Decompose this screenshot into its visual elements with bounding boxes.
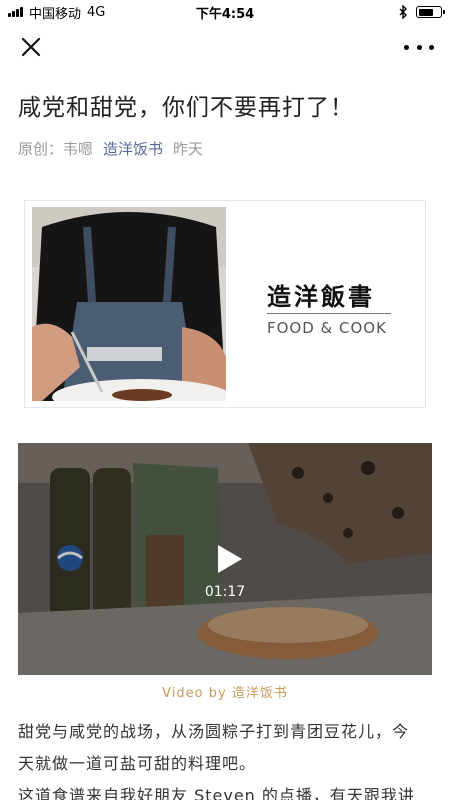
status-left: 中国移动 4G	[8, 3, 105, 22]
network-label: 4G	[87, 4, 106, 20]
status-bar: 中国移动 4G 下午4:54	[0, 0, 450, 24]
caption-prefix: Video by	[162, 686, 227, 701]
article-title: 咸党和甜党，你们不要再打了！	[18, 95, 354, 121]
account-link[interactable]: 造洋饭书	[103, 138, 163, 159]
bluetooth-icon	[399, 5, 407, 19]
brand-divider	[267, 313, 391, 314]
author-info: 原创：韦嗯	[18, 138, 93, 159]
body-line: 甜党与咸党的战场，从汤圆粽子打到青团豆花儿，今	[18, 722, 410, 741]
more-icon-dot	[429, 44, 434, 50]
publish-date: 昨天	[173, 140, 204, 158]
video-caption: Video by 造洋饭书	[0, 682, 450, 701]
more-icon-dot	[416, 44, 422, 50]
more-button[interactable]	[404, 36, 434, 58]
brand-name-cn: 造洋飯書	[267, 283, 375, 311]
close-icon	[21, 37, 41, 57]
body-line: 天就做一道可盐可甜的料理吧。	[18, 754, 257, 773]
author-name: 韦嗯	[63, 140, 94, 158]
brand-name-en: FOOD & COOK	[267, 319, 387, 337]
cover-card: 造洋飯書 FOOD & COOK	[24, 200, 426, 408]
signal-icon	[8, 7, 23, 17]
play-icon[interactable]	[210, 541, 246, 577]
nav-bar	[0, 24, 450, 70]
cover-photo	[32, 207, 226, 401]
close-button[interactable]	[18, 34, 44, 60]
more-icon-dot	[404, 44, 409, 50]
carrier-label: 中国移动	[29, 6, 82, 22]
article-body: 甜党与咸党的战场，从汤圆粽子打到青团豆花儿，今 天就做一道可盐可甜的料理吧。 这…	[18, 716, 432, 800]
video-duration: 01:17	[204, 584, 246, 600]
original-label: 原创：	[18, 140, 64, 158]
battery-icon	[416, 6, 445, 18]
video-player[interactable]: 01:17	[18, 443, 432, 675]
body-line: 这道食谱来自我好朋友 Steven 的点播，有天跟我讲	[18, 786, 415, 800]
caption-name: 造洋饭书	[231, 686, 288, 701]
status-right	[399, 5, 445, 19]
article-meta: 原创：韦嗯 造洋饭书 昨天	[18, 138, 203, 159]
